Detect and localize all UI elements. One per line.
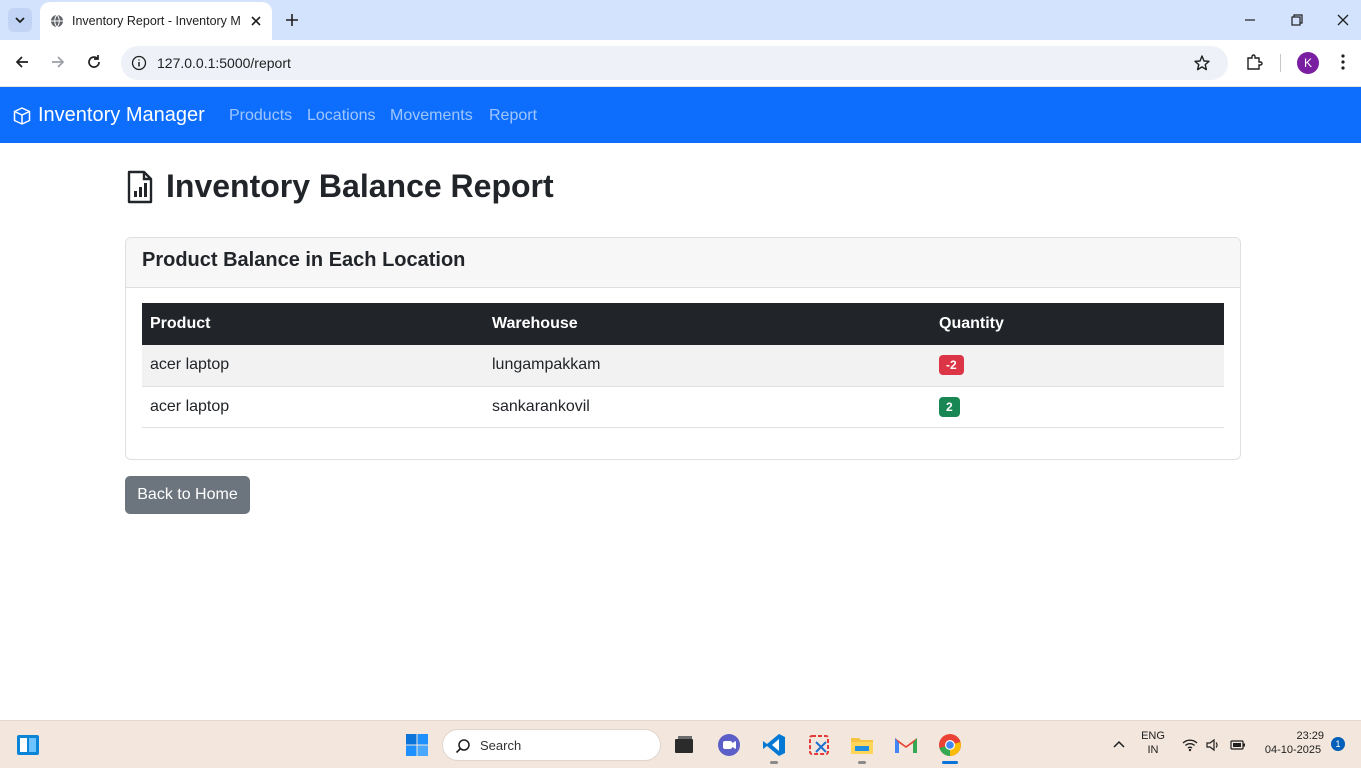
- tab-search-button[interactable]: [8, 8, 32, 32]
- file-explorer-icon[interactable]: [849, 732, 875, 758]
- nav-link-products[interactable]: Products: [229, 107, 292, 125]
- browser-tab-active[interactable]: Inventory Report - Inventory Manager: [40, 2, 272, 40]
- clock[interactable]: 23:29 04-10-2025: [1258, 730, 1328, 756]
- header-warehouse: Warehouse: [484, 303, 931, 345]
- gmail-icon[interactable]: [893, 732, 919, 758]
- address-bar[interactable]: 127.0.0.1:5000/report: [121, 46, 1228, 80]
- search-icon: [455, 739, 470, 754]
- quantity-badge-positive: 2: [939, 396, 960, 417]
- chevron-down-icon: [15, 17, 25, 24]
- page-title-text: Inventory Balance Report: [166, 168, 554, 204]
- nav-link-movements[interactable]: Movements: [390, 107, 473, 125]
- browser-tabstrip: Inventory Report - Inventory Manager: [0, 0, 1361, 40]
- close-icon[interactable]: [248, 13, 264, 29]
- navbar-brand[interactable]: Inventory Manager: [12, 104, 205, 127]
- chat-app-icon[interactable]: [716, 732, 742, 758]
- tab-title: Inventory Report - Inventory Manager: [72, 14, 240, 28]
- taskbar-search-placeholder: Search: [480, 738, 522, 753]
- snipping-tool-icon[interactable]: [806, 732, 832, 758]
- taskbar: Search ENG IN 23:29 04-10-2025 1: [0, 720, 1361, 768]
- task-view-icon[interactable]: [671, 732, 697, 758]
- more-menu-icon[interactable]: [1336, 52, 1350, 72]
- box-icon: [13, 106, 31, 125]
- widgets-icon[interactable]: [16, 733, 40, 757]
- taskbar-running-indicator: [858, 761, 866, 764]
- battery-icon[interactable]: [1230, 737, 1246, 753]
- bookmark-star-icon[interactable]: [1193, 54, 1211, 72]
- cell-warehouse: lungampakkam: [484, 345, 931, 387]
- cell-product: acer laptop: [142, 345, 484, 387]
- cell-quantity: -2: [931, 345, 1224, 387]
- back-to-home-button[interactable]: Back to Home: [125, 476, 250, 514]
- nav-link-locations[interactable]: Locations: [307, 107, 376, 125]
- brand-label: Inventory Manager: [38, 104, 205, 126]
- forward-arrow-icon[interactable]: [48, 52, 68, 72]
- globe-icon: [51, 14, 63, 28]
- header-quantity: Quantity: [931, 303, 1224, 345]
- taskbar-running-indicator: [770, 761, 778, 764]
- clock-date: 04-10-2025: [1264, 744, 1322, 756]
- profile-avatar[interactable]: K: [1297, 52, 1319, 74]
- language-region: IN: [1147, 744, 1159, 756]
- toolbar-divider: [1280, 54, 1281, 72]
- card-header: Product Balance in Each Location: [126, 238, 1240, 288]
- app-navbar: Inventory Manager Products Locations Mov…: [0, 87, 1361, 143]
- page-title: Inventory Balance Report: [126, 168, 554, 205]
- cell-quantity: 2: [931, 386, 1224, 428]
- taskbar-active-indicator: [942, 761, 958, 764]
- report-file-icon: [127, 170, 153, 203]
- balance-table: Product Warehouse Quantity acer laptop l…: [142, 303, 1224, 428]
- language-code: ENG: [1141, 730, 1165, 742]
- notification-badge[interactable]: 1: [1331, 737, 1345, 751]
- cell-product: acer laptop: [142, 386, 484, 428]
- back-arrow-icon[interactable]: [12, 52, 32, 72]
- volume-icon[interactable]: [1205, 737, 1221, 753]
- table-header-row: Product Warehouse Quantity: [142, 303, 1224, 345]
- minimize-icon[interactable]: [1240, 10, 1260, 30]
- table-row: acer laptop lungampakkam -2: [142, 345, 1224, 387]
- windows-start-icon[interactable]: [405, 733, 429, 757]
- report-card: Product Balance in Each Location Product…: [125, 237, 1241, 460]
- window-close-icon[interactable]: [1333, 10, 1353, 30]
- wifi-icon[interactable]: [1182, 737, 1198, 753]
- clock-time: 23:29: [1296, 730, 1324, 742]
- new-tab-icon[interactable]: [282, 10, 302, 30]
- reload-icon[interactable]: [84, 52, 104, 72]
- table-row: acer laptop sankarankovil 2: [142, 386, 1224, 428]
- taskbar-search[interactable]: Search: [442, 729, 661, 761]
- vscode-icon[interactable]: [761, 732, 787, 758]
- extensions-icon[interactable]: [1244, 52, 1264, 72]
- quantity-badge-negative: -2: [939, 355, 964, 376]
- browser-toolbar: 127.0.0.1:5000/report K: [0, 40, 1361, 87]
- restore-icon[interactable]: [1287, 10, 1307, 30]
- nav-link-report[interactable]: Report: [489, 107, 537, 125]
- site-info-icon[interactable]: [131, 55, 147, 71]
- cell-warehouse: sankarankovil: [484, 386, 931, 428]
- header-product: Product: [142, 303, 484, 345]
- language-indicator[interactable]: ENG IN: [1138, 730, 1168, 756]
- url-text[interactable]: 127.0.0.1:5000/report: [157, 55, 291, 71]
- chevron-up-icon[interactable]: [1111, 737, 1127, 753]
- chrome-icon[interactable]: [937, 732, 963, 758]
